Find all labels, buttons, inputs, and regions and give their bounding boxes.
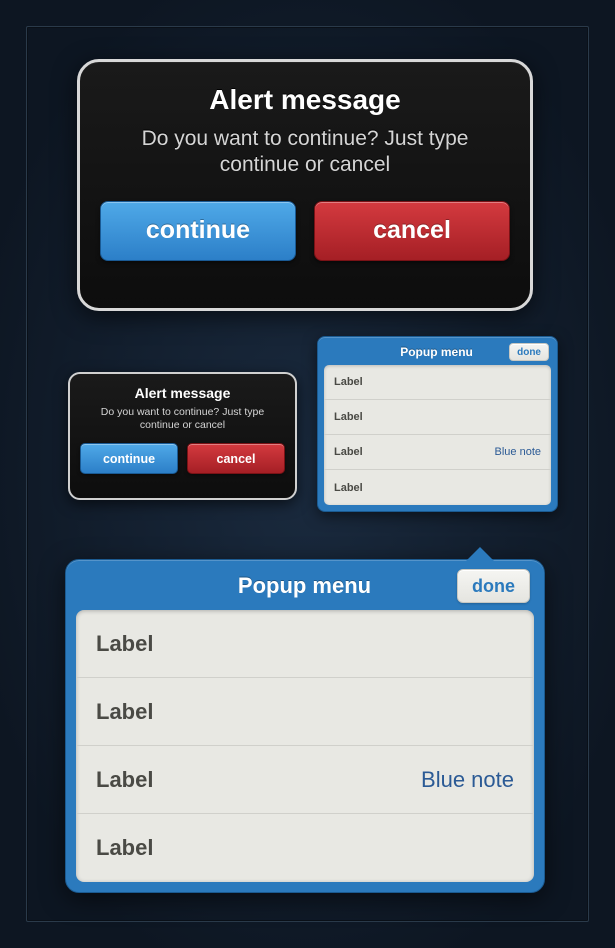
list-item-label: Label <box>96 835 153 861</box>
popup-menu-small: Popup menu done Label Label Label Blue n… <box>317 336 558 512</box>
continue-button[interactable]: continue <box>100 201 296 261</box>
list-item[interactable]: Label <box>324 470 551 505</box>
alert-message: Do you want to continue? Just type conti… <box>100 126 510 179</box>
alert-dialog-small: Alert message Do you want to continue? J… <box>68 372 297 500</box>
done-button[interactable]: done <box>457 569 530 603</box>
alert-title: Alert message <box>80 385 285 401</box>
list-item-label: Label <box>334 446 363 458</box>
list-item[interactable]: Label Blue note <box>76 746 534 814</box>
continue-button[interactable]: continue <box>80 443 178 474</box>
list-item[interactable]: Label <box>76 610 534 678</box>
popup-header: Popup menu done <box>76 570 534 610</box>
list-item-label: Label <box>334 376 363 388</box>
list-item-note: Blue note <box>495 446 541 458</box>
alert-message: Do you want to continue? Just type conti… <box>80 406 285 432</box>
popup-header: Popup menu done <box>324 343 551 365</box>
popup-list: Label Label Label Blue note Label <box>324 365 551 505</box>
list-item-label: Label <box>96 631 153 657</box>
done-button[interactable]: done <box>509 343 549 361</box>
popup-title: Popup menu <box>152 573 457 599</box>
popup-menu-large: Popup menu done Label Label Label Blue n… <box>65 559 545 893</box>
list-item[interactable]: Label <box>324 365 551 400</box>
list-item[interactable]: Label <box>324 400 551 435</box>
alert-button-row: continue cancel <box>100 201 510 261</box>
list-item-label: Label <box>96 767 153 793</box>
list-item[interactable]: Label <box>76 678 534 746</box>
cancel-button[interactable]: cancel <box>314 201 510 261</box>
alert-title: Alert message <box>100 84 510 116</box>
list-item-label: Label <box>334 411 363 423</box>
popup-list: Label Label Label Blue note Label <box>76 610 534 882</box>
popup-title: Popup menu <box>364 345 509 359</box>
cancel-button[interactable]: cancel <box>187 443 285 474</box>
alert-button-row: continue cancel <box>80 443 285 474</box>
list-item-note: Blue note <box>421 767 514 793</box>
list-item[interactable]: Label Blue note <box>324 435 551 470</box>
list-item-label: Label <box>334 482 363 494</box>
list-item-label: Label <box>96 699 153 725</box>
list-item[interactable]: Label <box>76 814 534 882</box>
alert-dialog-large: Alert message Do you want to continue? J… <box>77 59 533 311</box>
